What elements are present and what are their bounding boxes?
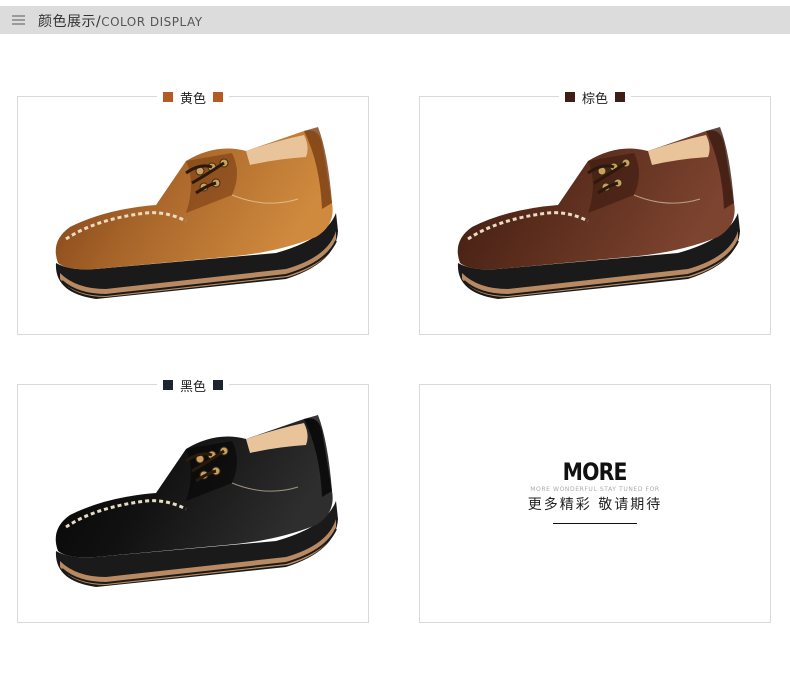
color-label: 黑色 [156,376,230,395]
shoe-image-black [55,415,338,587]
color-swatch [564,92,575,102]
section-title: 颜色展示/COLOR DISPLAY [38,11,203,31]
color-name: 棕色 [581,91,609,107]
color-swatch [162,92,173,102]
more-underline [553,523,637,524]
product-card-black[interactable]: 黑色 [17,376,369,623]
more-text: 更多精彩 敬请期待 [527,497,663,513]
color-swatch [615,92,626,102]
color-label: 黄色 [156,88,230,107]
more-title: MORE [563,458,628,486]
more-subtitle: MORE WONDERFUL STAY TUNED FOR [530,486,660,493]
more-card[interactable]: MORE MORE WONDERFUL STAY TUNED FOR 更多精彩 … [419,384,771,623]
color-name: 黄色 [179,91,207,107]
more-block: MORE MORE WONDERFUL STAY TUNED FOR 更多精彩 … [420,459,770,524]
section-header: 颜色展示/COLOR DISPLAY [0,6,790,34]
product-card-brown[interactable]: 棕色 [419,88,771,335]
section-title-cn: 颜色展示/ [38,14,102,30]
product-card-yellow[interactable]: 黄色 [17,88,369,335]
color-swatch [213,92,224,102]
shoe-image-brown [457,127,740,299]
menu-icon [12,15,25,26]
color-swatch [162,380,173,390]
section-title-en: COLOR DISPLAY [101,15,203,29]
color-name: 黑色 [179,379,207,395]
shoe-image-yellow [55,127,338,299]
color-swatch [213,380,224,390]
color-label: 棕色 [558,88,632,107]
